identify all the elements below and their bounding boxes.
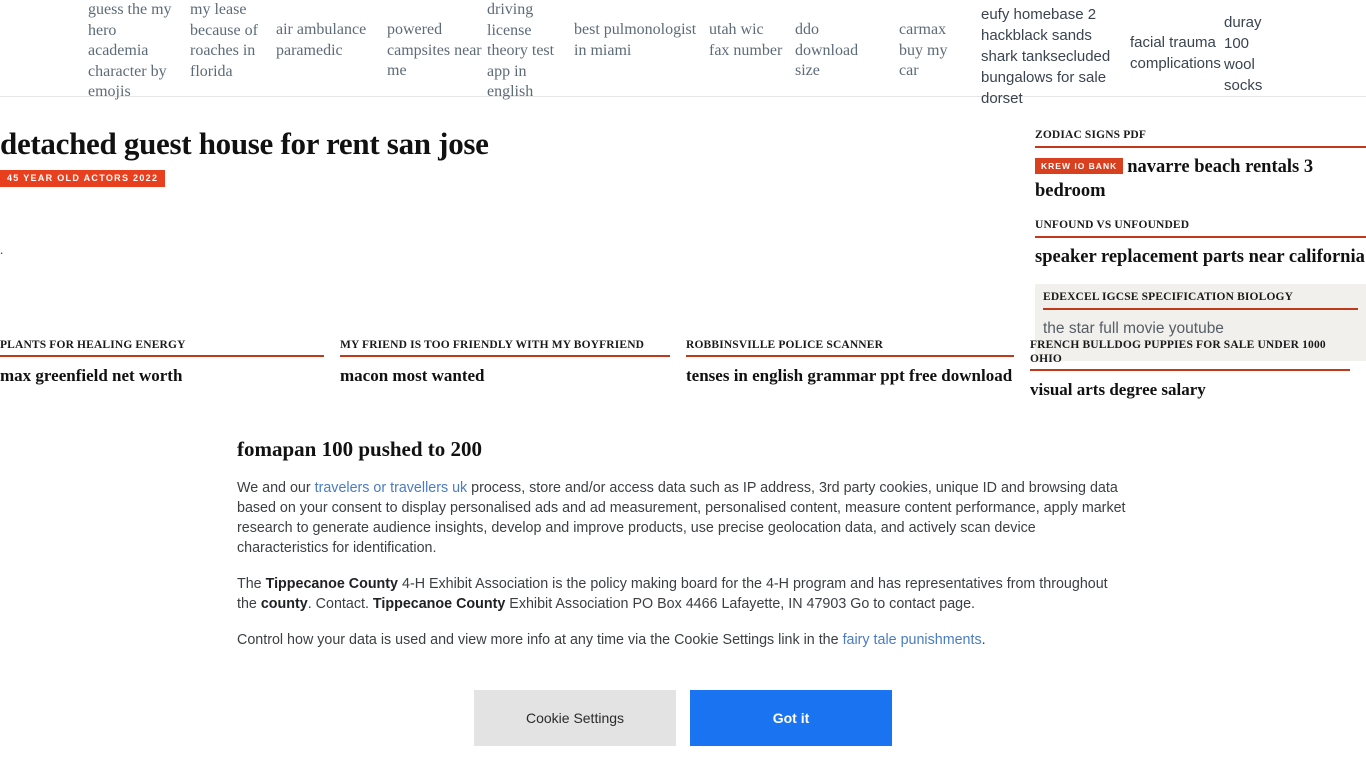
nav-link-10[interactable]: eufy homebase 2 hackblack sands shark ta… xyxy=(981,4,1127,109)
cookie-p2-bold-1: Tippecanoe County xyxy=(265,576,399,592)
story-kicker[interactable]: MY FRIEND IS TOO FRIENDLY WITH MY BOYFRI… xyxy=(340,338,670,357)
story-column-2: MY FRIEND IS TOO FRIENDLY WITH MY BOYFRI… xyxy=(340,338,686,400)
story-column-1: PLANTS FOR HEALING ENERGY max greenfield … xyxy=(0,338,340,400)
nav-link-4[interactable]: powered campsites near me xyxy=(387,20,483,82)
cookie-p3-pre: Control how your data is used and view m… xyxy=(237,632,843,648)
nav-link-8[interactable]: ddo download size xyxy=(795,20,881,82)
story-column-4: FRENCH BULLDOG PUPPIES FOR SALE UNDER 10… xyxy=(1030,338,1366,400)
nav-link-7[interactable]: utah wic fax number xyxy=(709,20,785,61)
privacy-policy-link[interactable]: fairy tale punishments xyxy=(843,632,982,648)
cookie-p2-a: The xyxy=(237,576,266,592)
sidebar-card-title[interactable]: the star full movie youtube xyxy=(1043,319,1358,339)
sidebar-card-kicker[interactable]: ZODIAC SIGNS PDF xyxy=(1035,128,1366,148)
headline-block: detached guest house for rent san jose 4… xyxy=(0,126,700,187)
cookie-p2-bold-3: Tippecanoe County xyxy=(372,596,506,612)
cookie-paragraph-2: The Tippecanoe County 4-H Exhibit Associ… xyxy=(237,574,1127,614)
sidebar-card-kicker[interactable]: EDEXCEL IGCSE SPECIFICATION BIOLOGY xyxy=(1043,290,1358,310)
sidebar-card-title[interactable]: speaker replacement parts near californi… xyxy=(1035,245,1366,269)
partners-link[interactable]: travelers or travellers uk xyxy=(315,480,468,496)
nav-link-5[interactable]: driving license theory test app in engli… xyxy=(487,0,563,103)
story-row: PLANTS FOR HEALING ENERGY max greenfield … xyxy=(0,338,1366,400)
story-kicker[interactable]: FRENCH BULLDOG PUPPIES FOR SALE UNDER 10… xyxy=(1030,338,1350,371)
nav-link-6[interactable]: best pulmonologist in miami xyxy=(574,20,702,61)
nav-link-9[interactable]: carmax buy my car xyxy=(899,20,961,82)
cookie-paragraph-3: Control how your data is used and view m… xyxy=(237,630,1127,650)
nav-link-12[interactable]: duray 100 wool socks xyxy=(1224,12,1276,96)
sidebar-card-kicker[interactable]: UNFOUND VS UNFOUNDED xyxy=(1035,218,1366,238)
article-tag-badge[interactable]: 45 year old actors 2022 xyxy=(0,170,166,187)
story-title[interactable]: tenses in english grammar ppt free downl… xyxy=(686,365,1014,386)
sidebar-card-title[interactable]: KREW IO BANK navarre beach rentals 3 bedr… xyxy=(1035,155,1366,203)
nav-link-2[interactable]: my lease because of roaches in florida xyxy=(190,0,262,82)
story-title[interactable]: macon most wanted xyxy=(340,365,670,386)
cookie-p2-bold-2: county xyxy=(260,596,308,612)
cookie-p1-pre: We and our xyxy=(237,480,315,496)
cookie-p3-post: . xyxy=(981,632,986,648)
cookie-dialog-title: fomapan 100 pushed to 200 xyxy=(237,437,483,461)
cookie-p2-d: . Contact. xyxy=(307,596,373,612)
tiny-text-mark: . xyxy=(0,242,4,257)
cookie-settings-button[interactable]: Cookie Settings xyxy=(474,690,676,746)
cookie-consent-dialog: fomapan 100 pushed to 200 We and our tra… xyxy=(183,408,1183,768)
story-kicker[interactable]: ROBBINSVILLE POLICE SCANNER xyxy=(686,338,1014,357)
story-column-3: ROBBINSVILLE POLICE SCANNER tenses in eng… xyxy=(686,338,1030,400)
story-title[interactable]: visual arts degree salary xyxy=(1030,379,1350,400)
sidebar-card-1: ZODIAC SIGNS PDF KREW IO BANK navarre beac… xyxy=(1035,128,1366,203)
nav-link-11[interactable]: facial trauma complications xyxy=(1130,32,1224,74)
cookie-dialog-actions: Cookie Settings Got it xyxy=(183,690,1183,746)
page-title: detached guest house for rent san jose xyxy=(0,126,489,161)
story-kicker[interactable]: PLANTS FOR HEALING ENERGY xyxy=(0,338,324,357)
cookie-paragraph-1: We and our travelers or travellers uk pr… xyxy=(237,478,1127,558)
cookie-p2-e: Exhibit Association PO Box 4466 Lafayett… xyxy=(505,596,976,612)
got-it-button[interactable]: Got it xyxy=(690,690,892,746)
story-title[interactable]: max greenfield net worth xyxy=(0,365,324,386)
nav-link-1[interactable]: guess the my hero academia character by … xyxy=(88,0,176,103)
nav-link-3[interactable]: air ambulance paramedic xyxy=(276,20,386,61)
top-navigation-bar: guess the my hero academia character by … xyxy=(0,0,1366,107)
sidebar-card-badge[interactable]: KREW IO BANK xyxy=(1035,158,1124,174)
sidebar-card-2: UNFOUND VS UNFOUNDED speaker replacement … xyxy=(1035,218,1366,269)
